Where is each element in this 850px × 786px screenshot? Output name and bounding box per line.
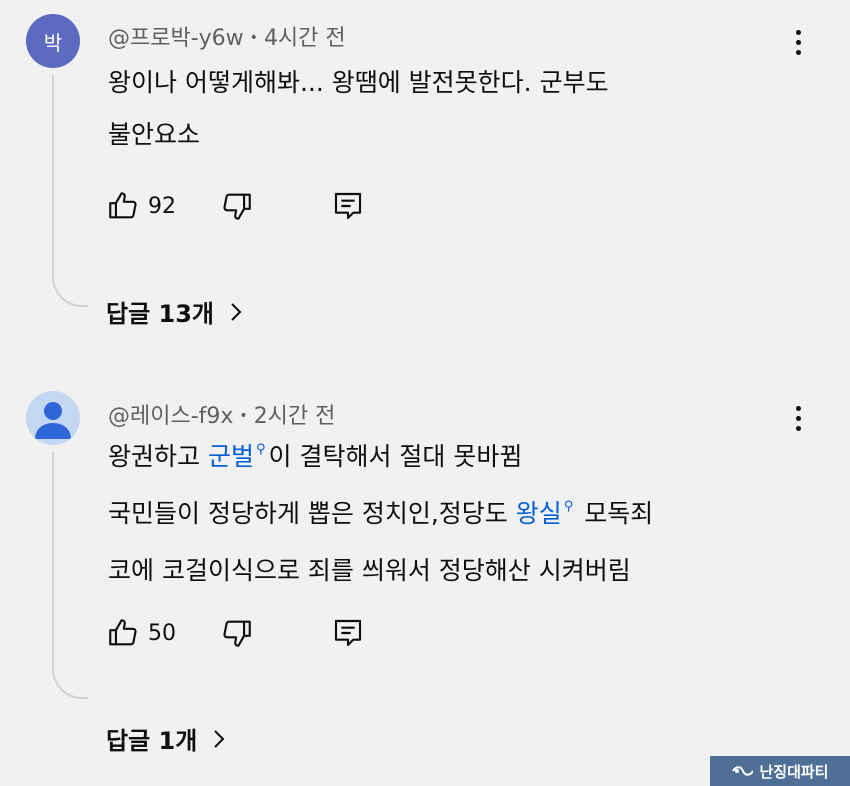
comment-time: 4시간 전 (263, 26, 346, 51)
watermark-logo-icon (732, 766, 754, 776)
comment-time: 2시간 전 (253, 404, 336, 429)
like-button[interactable]: 92 (106, 189, 220, 223)
avatar[interactable] (26, 391, 80, 445)
comment-author[interactable]: @레이스-f9x (108, 404, 233, 429)
comment-meta: @레이스-f9x • 2시간 전 (108, 398, 335, 430)
reply-comment-icon (334, 192, 362, 220)
replies-label: 답글 1개 (106, 727, 198, 755)
replies-button[interactable]: 답글 13개 (106, 294, 244, 329)
thread-line (52, 452, 88, 699)
dislike-button[interactable] (220, 189, 254, 223)
dislike-button[interactable] (220, 616, 254, 650)
comment-text-segment: 코에 코걸이식으로 죄를 씌워서 정당해산 시켜버림 (108, 556, 631, 585)
thumb-up-icon (109, 619, 137, 646)
comment-text-segment: 왕이나 어떻게해봐... 왕땜에 발전못한다. 군부도 (108, 68, 609, 97)
chevron-right-icon (231, 302, 242, 321)
watermark: 난징대파티 (710, 756, 850, 786)
chevron-right-icon (214, 729, 225, 748)
thumb-up-icon (109, 192, 137, 219)
like-button[interactable]: 50 (106, 616, 220, 650)
search-link[interactable]: 왕실 (516, 499, 562, 528)
like-count: 50 (148, 620, 176, 646)
comments-page: 박 @프로박-y6w • 4시간 전 왕이나 어떻게해봐... 왕땜에 발전못한다.… (0, 0, 850, 786)
comment-line: 왕이나 어떻게해봐... 왕땜에 발전못한다. 군부도 (108, 57, 609, 109)
comment-text-segment: 국민들이 정당하게 뽑은 정치인,정당도 (108, 499, 516, 528)
like-count: 92 (148, 193, 176, 219)
comment-actions: 92 (106, 186, 364, 226)
comment-line: 코에 코걸이식으로 죄를 씌워서 정당해산 시켜버림 (108, 545, 653, 597)
search-icon: ⚲ (563, 499, 574, 514)
reply-button[interactable] (332, 189, 364, 223)
comment-line: 국민들이 정당하게 뽑은 정치인,정당도 왕실 ⚲ 모독죄 (108, 488, 653, 545)
comment-text: 왕이나 어떻게해봐... 왕땜에 발전못한다. 군부도 불안요소 (108, 57, 609, 161)
comment-text-segment: 왕권하고 (108, 442, 208, 471)
reply-comment-icon (334, 619, 362, 647)
comment-text-segment: 불안요소 (108, 120, 201, 149)
thumb-down-icon (223, 620, 251, 647)
comment-actions: 50 (106, 613, 364, 653)
reply-button[interactable] (332, 616, 364, 650)
comment-line: 불안요소 (108, 109, 609, 161)
meta-separator: • (239, 408, 248, 424)
comment-meta: @프로박-y6w • 4시간 전 (108, 20, 346, 52)
more-vert-icon[interactable] (786, 24, 810, 60)
more-vert-icon[interactable] (786, 400, 810, 436)
comment-text: 왕권하고 군벌 ⚲ 이 결탁해서 절대 못바뀜 국민들이 정당하게 뽑은 정치인,정… (108, 431, 653, 597)
comment-line: 왕권하고 군벌 ⚲ 이 결탁해서 절대 못바뀜 (108, 431, 653, 488)
thumb-down-icon (223, 193, 251, 220)
avatar-letter: 박 (43, 30, 63, 55)
replies-label: 답글 13개 (106, 300, 214, 328)
thread-line (52, 75, 88, 307)
replies-button[interactable]: 답글 1개 (106, 721, 227, 756)
comment-text-segment: 모독죄 (576, 499, 654, 528)
search-link[interactable]: 군벌 (208, 442, 254, 471)
watermark-text: 난징대파티 (759, 762, 829, 781)
comment-text-segment: 이 결탁해서 절대 못바뀜 (268, 442, 523, 471)
meta-separator: • (249, 30, 258, 46)
comment-author[interactable]: @프로박-y6w (108, 26, 244, 51)
default-avatar-icon (35, 402, 71, 439)
avatar[interactable]: 박 (26, 14, 80, 68)
search-icon: ⚲ (255, 442, 266, 457)
